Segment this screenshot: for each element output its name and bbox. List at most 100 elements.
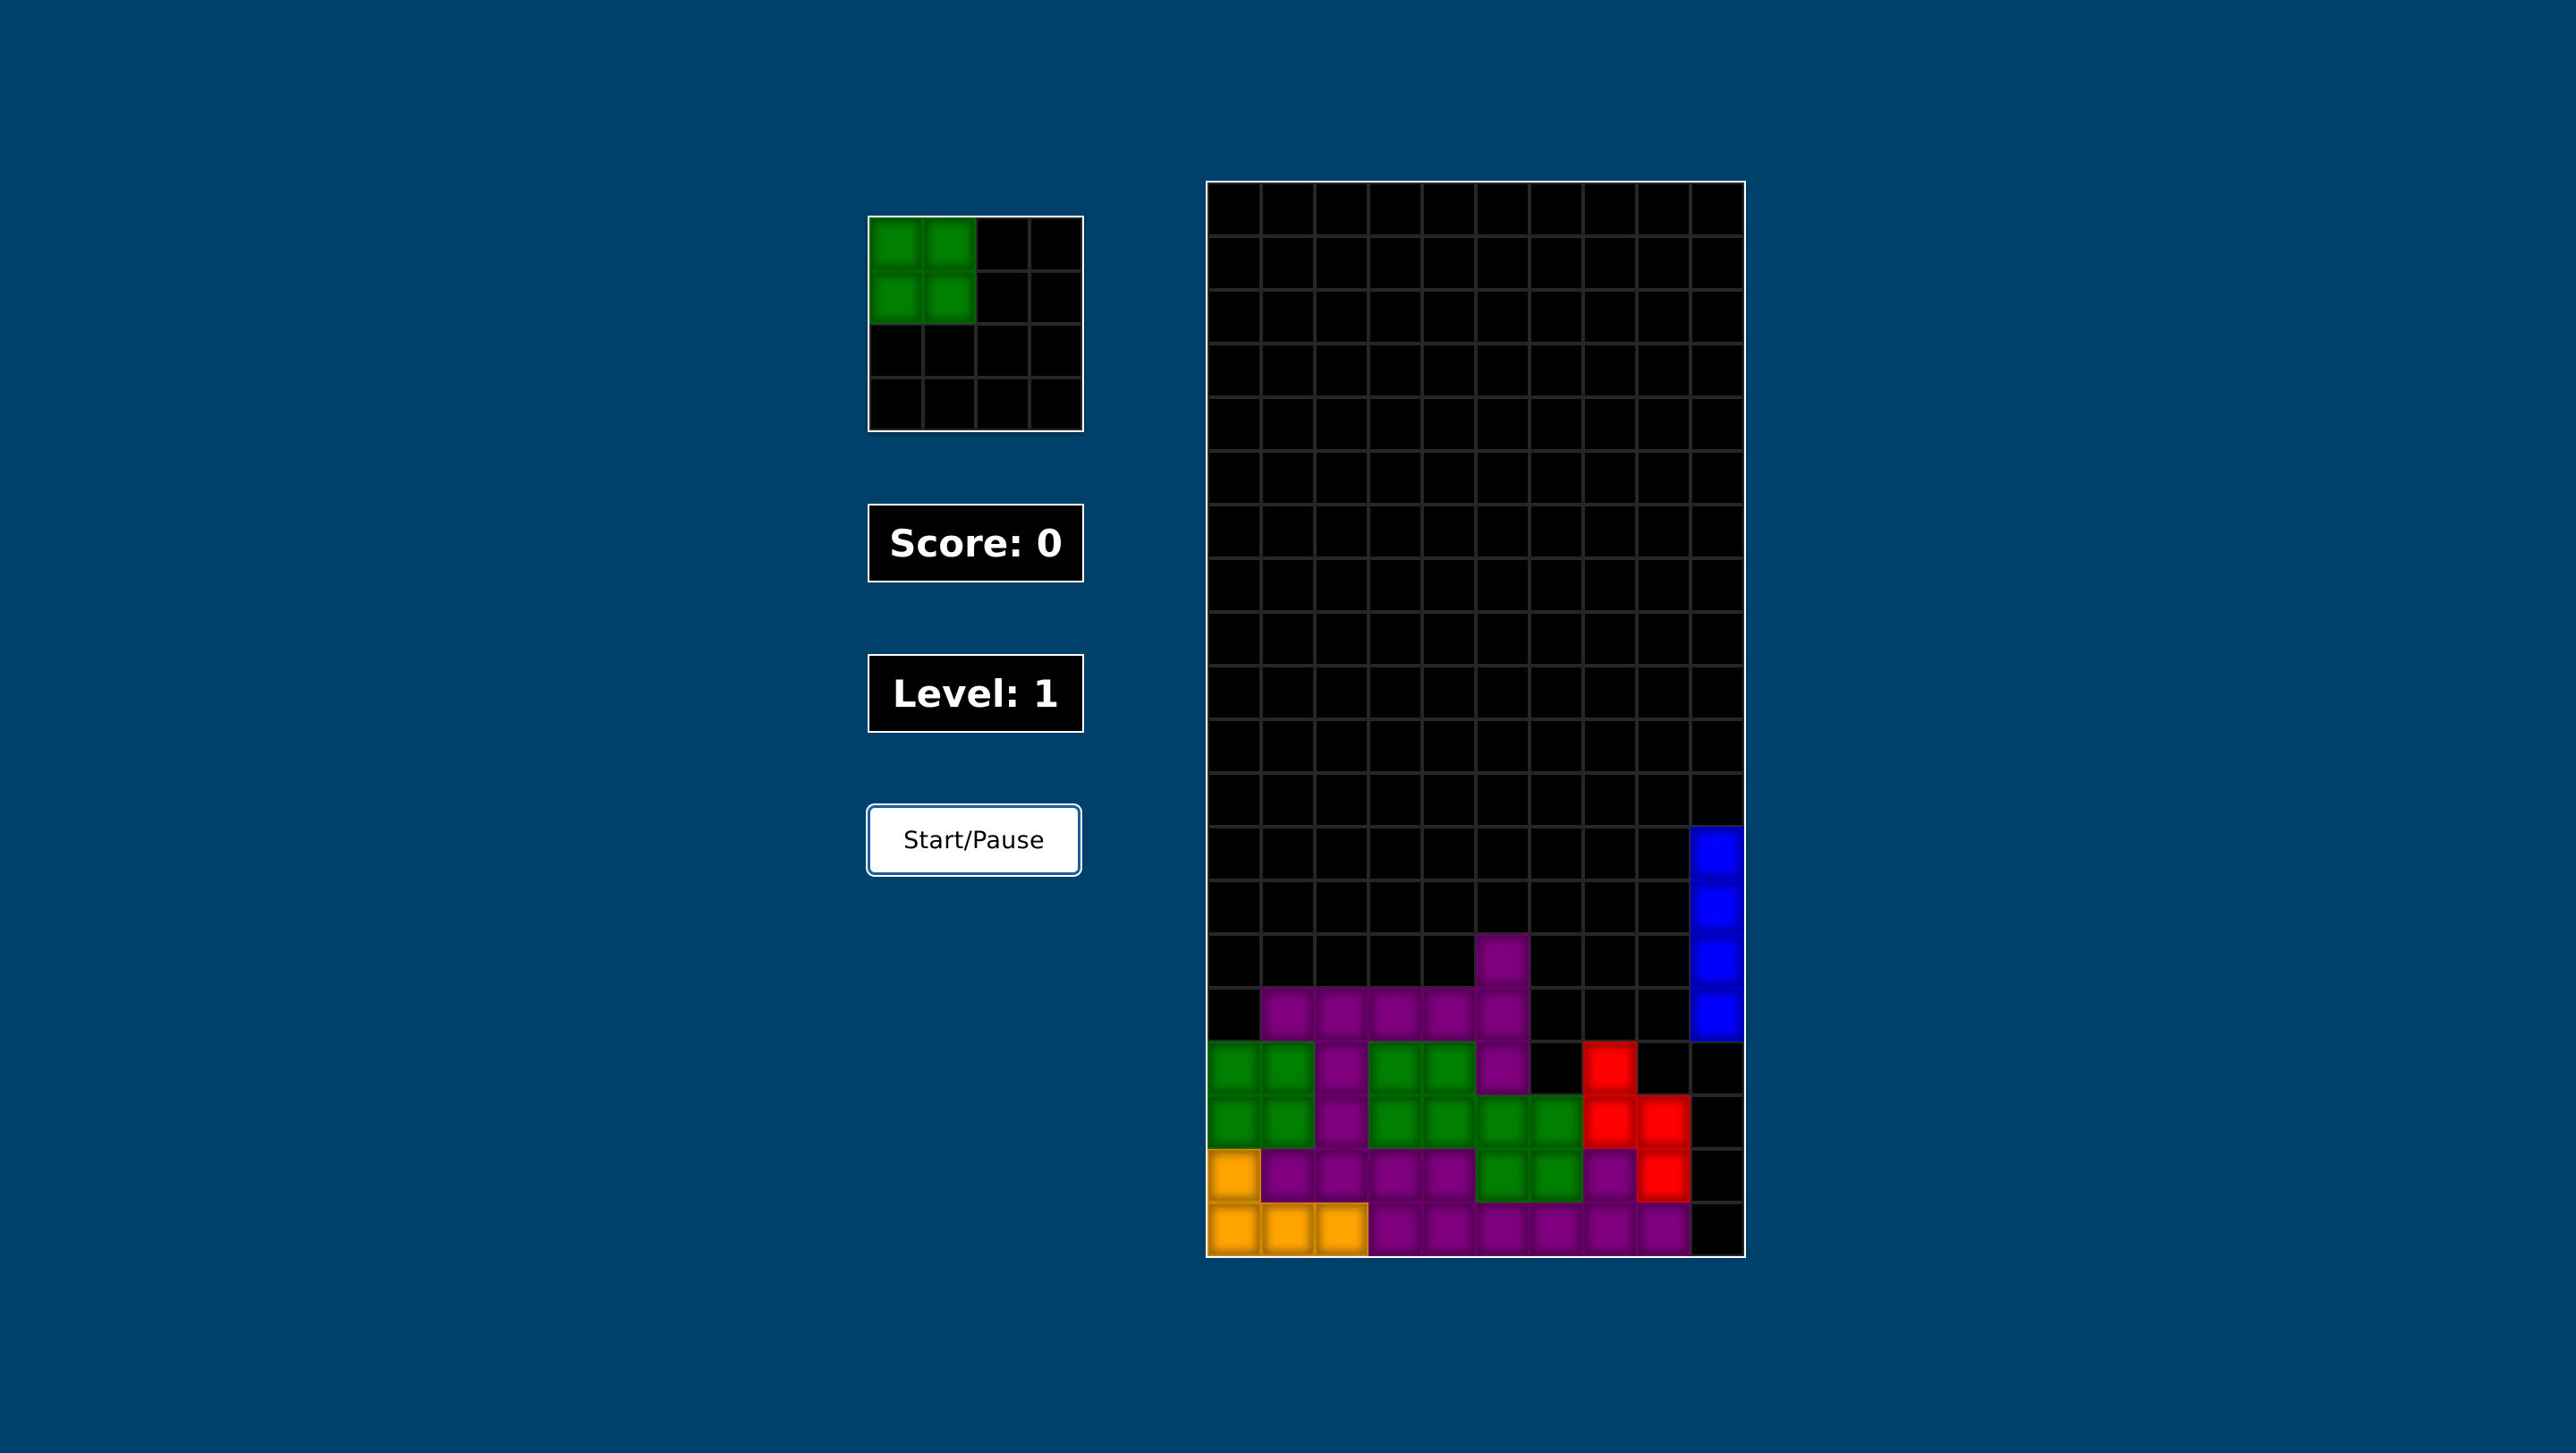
board-empty-cell (1208, 934, 1261, 988)
board-block (1261, 988, 1315, 1041)
board-empty-cell (1583, 236, 1637, 290)
board-block (1422, 1041, 1476, 1095)
board-empty-cell (1261, 612, 1315, 666)
board-empty-cell (1315, 344, 1368, 397)
preview-empty-cell (976, 217, 1030, 271)
board-empty-cell (1368, 719, 1422, 773)
preview-block (869, 270, 923, 324)
board-block (1261, 1095, 1315, 1149)
board-empty-cell (1422, 612, 1476, 666)
board-empty-cell (1476, 880, 1530, 934)
board-empty-cell (1261, 397, 1315, 451)
board-empty-cell (1690, 290, 1744, 344)
board-empty-cell (1368, 666, 1422, 719)
board-block (1637, 1095, 1690, 1149)
board-empty-cell (1261, 880, 1315, 934)
board-block (1476, 1149, 1530, 1202)
board-empty-cell (1208, 451, 1261, 505)
board-empty-cell (1368, 773, 1422, 827)
board-empty-cell (1368, 827, 1422, 880)
board-block (1583, 1095, 1637, 1149)
board-empty-cell (1261, 451, 1315, 505)
board-empty-cell (1530, 880, 1583, 934)
game-board[interactable] (1206, 181, 1746, 1258)
board-empty-cell (1315, 236, 1368, 290)
board-block (1315, 1202, 1368, 1256)
board-empty-cell (1530, 666, 1583, 719)
board-block (1530, 1095, 1583, 1149)
board-empty-cell (1530, 397, 1583, 451)
preview-block (922, 217, 976, 271)
board-empty-cell (1637, 1041, 1690, 1095)
board-empty-cell (1261, 236, 1315, 290)
board-empty-cell (1315, 666, 1368, 719)
board-block (1315, 1095, 1368, 1149)
board-block (1476, 934, 1530, 988)
board-empty-cell (1261, 666, 1315, 719)
board-empty-cell (1315, 612, 1368, 666)
board-block (1315, 988, 1368, 1041)
board-empty-cell (1315, 719, 1368, 773)
board-block (1315, 1149, 1368, 1202)
board-empty-cell (1530, 344, 1583, 397)
board-empty-cell (1368, 236, 1422, 290)
board-block (1530, 1149, 1583, 1202)
board-empty-cell (1637, 666, 1690, 719)
board-empty-cell (1690, 505, 1744, 558)
board-empty-cell (1690, 1202, 1744, 1256)
board-empty-cell (1422, 451, 1476, 505)
board-empty-cell (1261, 505, 1315, 558)
board-empty-cell (1422, 934, 1476, 988)
preview-empty-cell (869, 324, 923, 378)
board-empty-cell (1583, 505, 1637, 558)
board-empty-cell (1476, 183, 1530, 236)
board-empty-cell (1476, 827, 1530, 880)
board-block (1422, 1149, 1476, 1202)
board-empty-cell (1530, 773, 1583, 827)
board-empty-cell (1637, 880, 1690, 934)
board-empty-cell (1422, 666, 1476, 719)
level-display: Level: 1 (868, 654, 1084, 733)
board-empty-cell (1476, 236, 1530, 290)
board-block (1315, 1041, 1368, 1095)
board-block (1422, 1095, 1476, 1149)
board-block (1637, 1202, 1690, 1256)
board-block (1690, 988, 1744, 1041)
board-block (1208, 1202, 1261, 1256)
board-empty-cell (1530, 612, 1583, 666)
board-empty-cell (1261, 827, 1315, 880)
board-empty-cell (1690, 1095, 1744, 1149)
board-empty-cell (1315, 558, 1368, 612)
board-empty-cell (1583, 290, 1637, 344)
board-empty-cell (1315, 290, 1368, 344)
board-block (1583, 1202, 1637, 1256)
preview-empty-cell (976, 324, 1030, 378)
board-empty-cell (1583, 988, 1637, 1041)
board-empty-cell (1208, 773, 1261, 827)
board-empty-cell (1690, 397, 1744, 451)
board-empty-cell (1637, 397, 1690, 451)
board-empty-cell (1422, 290, 1476, 344)
board-block (1637, 1149, 1690, 1202)
board-empty-cell (1422, 236, 1476, 290)
start-pause-button[interactable]: Start/Pause (868, 805, 1080, 875)
board-empty-cell (1583, 451, 1637, 505)
board-empty-cell (1422, 773, 1476, 827)
preview-empty-cell (869, 377, 923, 430)
board-block (1690, 934, 1744, 988)
board-empty-cell (1530, 236, 1583, 290)
preview-block (922, 270, 976, 324)
board-block (1476, 1202, 1530, 1256)
board-empty-cell (1690, 183, 1744, 236)
score-display: Score: 0 (868, 504, 1084, 582)
board-empty-cell (1583, 183, 1637, 236)
board-empty-cell (1208, 505, 1261, 558)
board-empty-cell (1690, 773, 1744, 827)
board-block (1261, 1041, 1315, 1095)
next-piece-preview (868, 216, 1084, 432)
board-empty-cell (1530, 451, 1583, 505)
board-empty-cell (1690, 451, 1744, 505)
board-block (1530, 1202, 1583, 1256)
board-block (1422, 1202, 1476, 1256)
board-block (1690, 827, 1744, 880)
